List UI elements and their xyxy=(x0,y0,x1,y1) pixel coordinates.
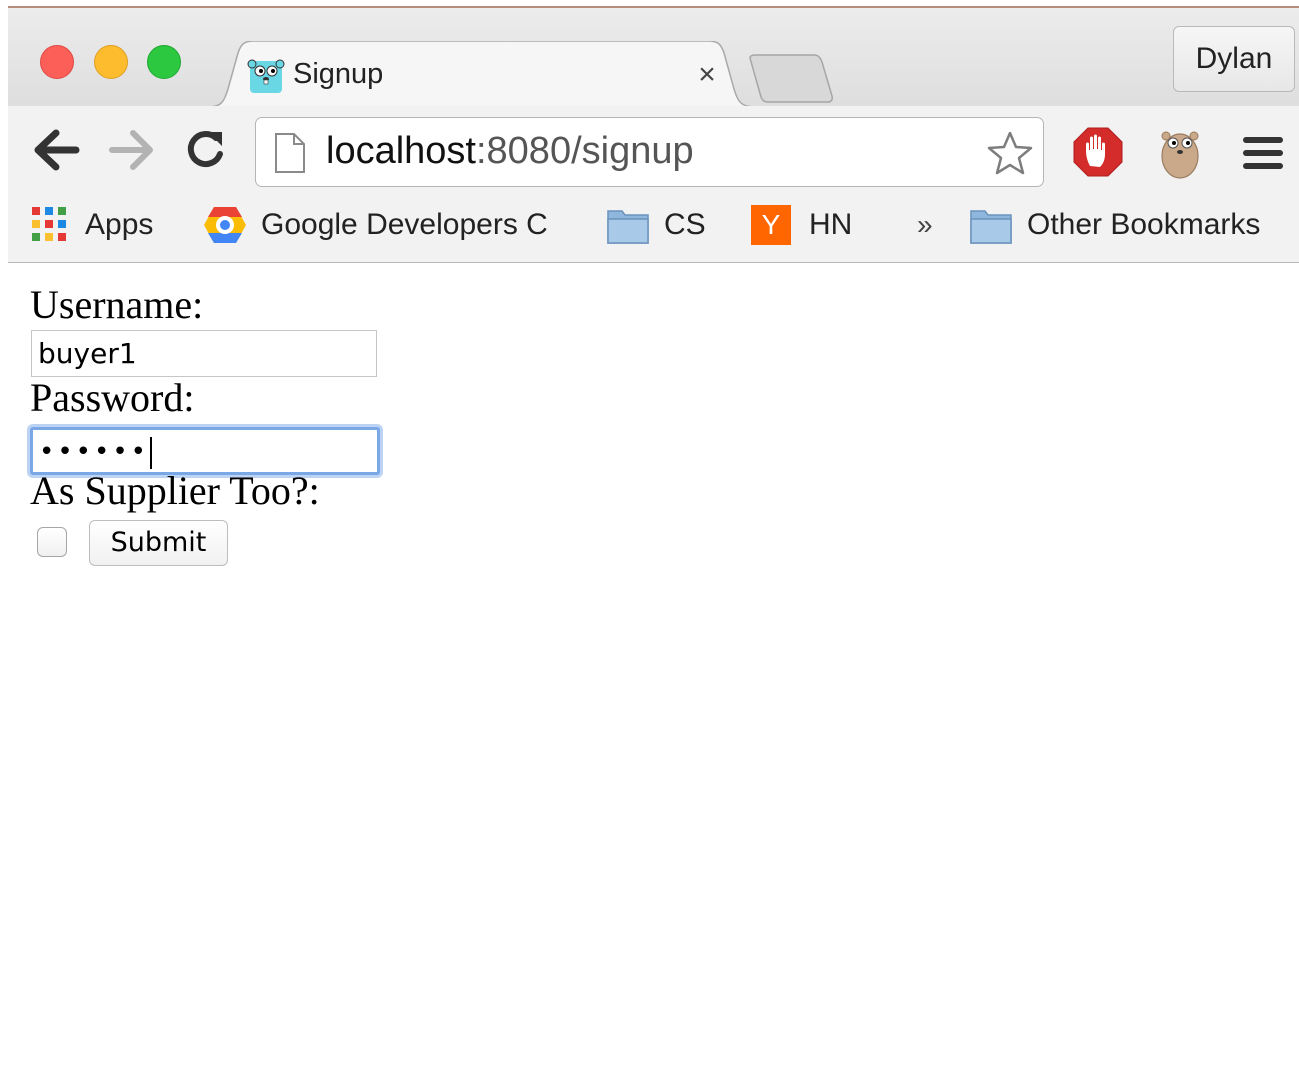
text-caret xyxy=(150,436,153,469)
address-bar[interactable]: localhost:8080/signup xyxy=(255,117,1044,187)
menu-icon[interactable] xyxy=(1242,136,1284,170)
username-label: Username: xyxy=(30,282,204,327)
folder-icon xyxy=(970,210,1012,244)
page-content: Username: buyer1 Password: •••••• As Sup… xyxy=(8,263,1299,1086)
reload-icon[interactable] xyxy=(180,128,232,172)
supplier-checkbox[interactable] xyxy=(37,527,67,557)
forward-arrow-icon[interactable] xyxy=(106,128,158,172)
tab-close-icon[interactable]: × xyxy=(690,55,724,95)
bookmark-star-icon[interactable] xyxy=(986,130,1034,176)
bookmark-cs-label: CS xyxy=(664,208,706,241)
gopher-icon xyxy=(247,59,285,93)
close-window-button[interactable] xyxy=(40,45,74,79)
bookmark-other-label: Other Bookmarks xyxy=(1027,208,1261,241)
username-field[interactable]: buyer1 xyxy=(31,330,377,377)
browser-window: Signup × Dylan localhost:8080/signup App… xyxy=(8,6,1299,1086)
url-text: localhost:8080/signup xyxy=(326,130,694,172)
adblock-icon[interactable] xyxy=(1072,126,1124,178)
profile-button[interactable]: Dylan xyxy=(1173,26,1295,92)
bookmark-hn-label: HN xyxy=(809,208,853,241)
hn-y-icon: Y xyxy=(751,205,791,245)
bookmarks-overflow-chevron-icon[interactable]: » xyxy=(917,205,933,245)
tab-signup[interactable]: Signup × xyxy=(208,41,756,107)
submit-button[interactable]: Submit xyxy=(89,520,228,566)
bookmark-apps-label: Apps xyxy=(85,208,154,241)
tab-strip: Signup × Dylan xyxy=(8,8,1299,107)
new-tab-button[interactable] xyxy=(748,54,834,104)
google-cloud-icon xyxy=(204,207,246,243)
tab-title: Signup xyxy=(293,58,384,90)
minimize-window-button[interactable] xyxy=(94,45,128,79)
bookmark-google-developers-label: Google Developers C xyxy=(261,208,548,241)
page-icon xyxy=(275,133,305,173)
supplier-label: As Supplier Too?: xyxy=(30,468,320,513)
bookmark-google-developers[interactable]: Google Developers C xyxy=(202,205,572,245)
password-label: Password: xyxy=(30,375,195,420)
apps-grid-icon xyxy=(32,207,66,241)
back-arrow-icon[interactable] xyxy=(32,128,84,172)
toolbar: localhost:8080/signup xyxy=(8,106,1299,190)
folder-icon xyxy=(607,210,649,244)
bookmarks-bar: Apps Google Developers C CS Y HN » Other… xyxy=(8,190,1299,263)
gopher-extension-icon[interactable] xyxy=(1158,126,1202,180)
zoom-window-button[interactable] xyxy=(147,45,181,79)
password-value: •••••• xyxy=(39,437,150,467)
